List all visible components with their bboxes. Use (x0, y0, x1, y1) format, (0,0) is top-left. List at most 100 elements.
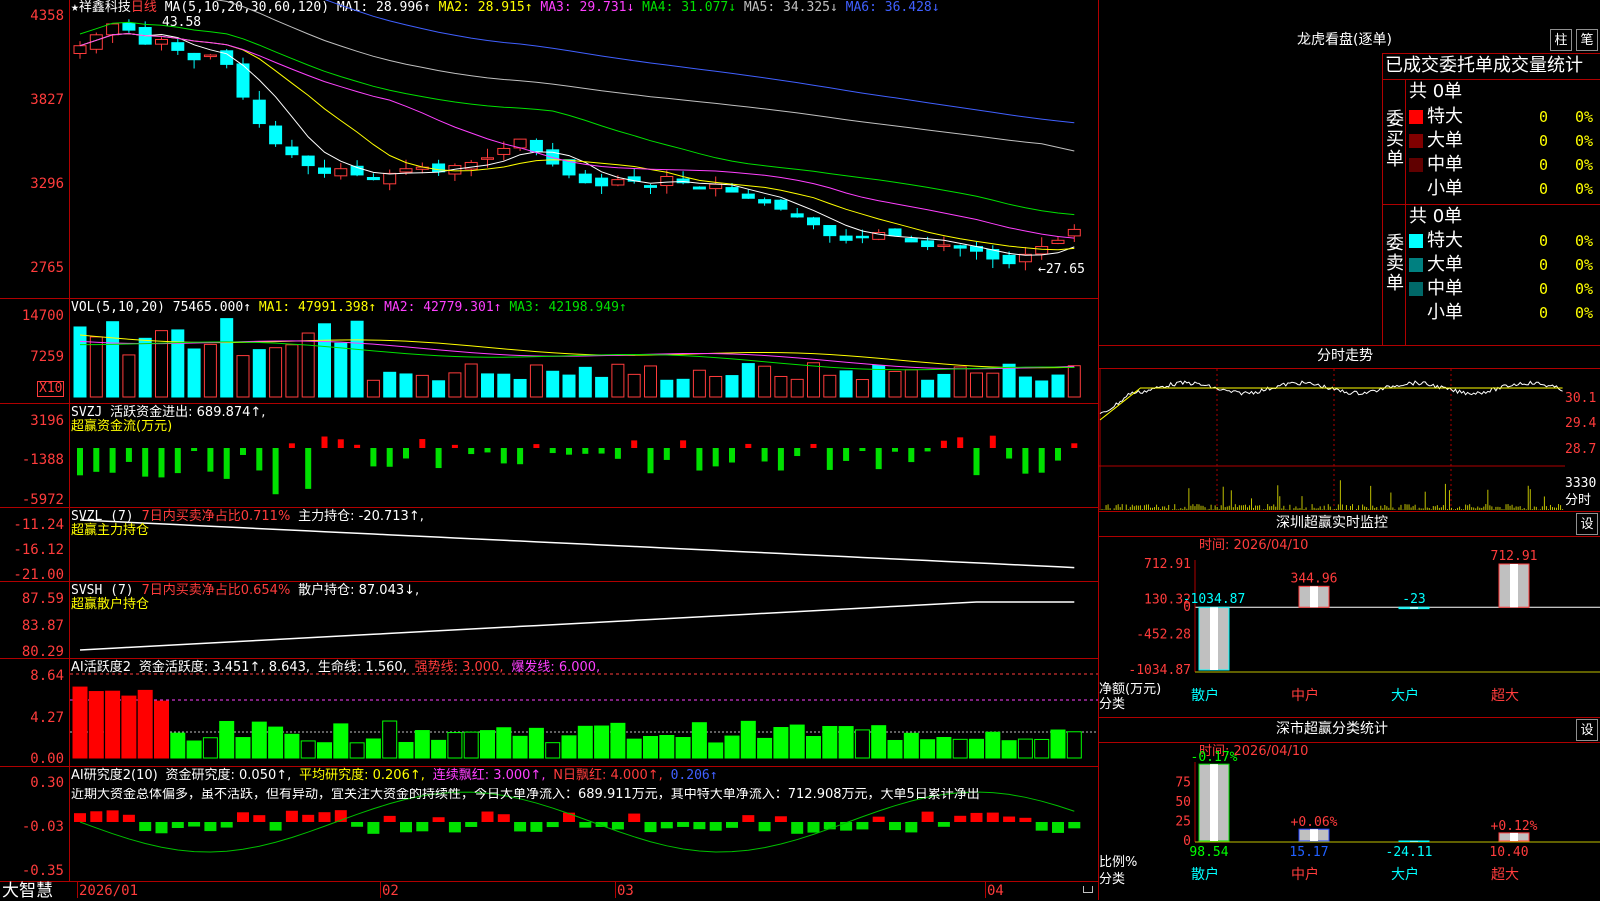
activity-bar (1050, 729, 1066, 759)
lock-icon[interactable] (1083, 886, 1093, 893)
order-row: 小单 0 0% (1409, 302, 1599, 324)
main-chart-area[interactable]: ★祥鑫科技日线 MA(5,10,20,30,60,120) MA1: 28.99… (0, 0, 1100, 900)
fund-flow-bar (125, 448, 132, 462)
fund-flow-bar (631, 440, 638, 448)
retail-line (79, 601, 1075, 651)
table-border (1382, 79, 1600, 80)
bar-view-button[interactable]: 柱 (1550, 29, 1572, 51)
fund-flow-bar (158, 448, 165, 478)
research-bar (106, 810, 119, 822)
dragon-header: 已成交委托单成交量统计 (1385, 55, 1583, 76)
fund-flow-bar (174, 448, 181, 474)
active-label: AI活跃度2 (71, 660, 131, 675)
svsh-ytick: 83.87 (21, 618, 64, 634)
x-tick (615, 882, 616, 898)
research-header: AI研究度2(10) 资金研究度: 0.050↑, 平均研究度: 0.206↑,… (71, 769, 718, 783)
volume-bar (562, 374, 576, 398)
sz-monitor-chart[interactable]: 712.91130.320-452.28-1034.87-1034.87散户34… (1099, 512, 1600, 718)
intraday-chart[interactable] (1099, 346, 1600, 512)
sz-class-chart[interactable]: 7550250-0.17%98.54散户+0.06%15.17中户-24.11大… (1099, 718, 1600, 901)
sz-class-ytick: 25 (1175, 815, 1191, 830)
order-count: 0 (1539, 180, 1549, 198)
sell-total: 共 0单 (1409, 206, 1463, 227)
sz-monitor-bar-label: -1034.87 (1183, 592, 1246, 607)
svzl-hold: 主力持仓: -20.713↑, (298, 509, 424, 524)
research-bar (986, 812, 999, 822)
research-bar (155, 822, 168, 834)
volume-bar (839, 370, 853, 398)
volume-bar (1067, 365, 1081, 398)
volume-bar (415, 374, 429, 398)
active-ytick: 4.27 (30, 710, 64, 726)
research-bar (383, 815, 396, 822)
research-bar (1052, 822, 1064, 833)
volume-bar (432, 380, 446, 398)
activity-bar (268, 726, 284, 759)
activity-bar (903, 732, 919, 759)
activity-bar (121, 695, 137, 759)
fund-flow-bar (370, 448, 377, 467)
svsh-hold: 散户持仓: 87.043↓, (298, 583, 420, 598)
fund-flow-bar (451, 444, 458, 448)
activity-bar (561, 735, 577, 759)
research-bar (171, 822, 184, 828)
research-bar (285, 810, 298, 822)
fund-flow-bar (337, 439, 344, 448)
research-bar (188, 822, 201, 827)
volume-bar (953, 366, 967, 398)
fund-flow-bar (892, 448, 898, 452)
research-bar (74, 813, 86, 822)
svzj-ytick: -1388 (21, 452, 64, 468)
intraday-panel[interactable]: 分时走势 30.1 29.4 28.7 3330 分时 (1099, 345, 1600, 512)
research-bar (937, 822, 950, 827)
fund-flow-bar (761, 448, 768, 462)
fund-flow-bar (940, 440, 947, 448)
fund-flow-bar (729, 448, 735, 463)
research-bar (758, 822, 771, 832)
fund-flow-bar (875, 448, 882, 470)
research-bar (807, 822, 820, 833)
order-count: 0 (1539, 256, 1549, 274)
volume-bar (709, 375, 723, 398)
fund-flow-bar (419, 439, 426, 448)
color-swatch (1409, 182, 1423, 196)
research-bar (709, 822, 722, 831)
fund-flow-bar (663, 448, 670, 460)
svsh-ratio: 7日内买卖净占比0.654% (141, 583, 291, 598)
volume-bar (334, 342, 348, 398)
x-axis-label: 04 (987, 883, 1004, 899)
order-pct: 0% (1575, 108, 1594, 126)
active-burst: 爆发线: 6.000, (511, 660, 601, 675)
research-label: AI研究度2(10) (71, 768, 158, 783)
activity-bar (545, 742, 561, 759)
sz-class-ytick: 50 (1175, 795, 1191, 810)
pen-view-button[interactable]: 笔 (1576, 29, 1598, 51)
volume-bar (366, 379, 380, 398)
main-force-line (79, 519, 1075, 569)
x-axis-label: 02 (382, 883, 399, 899)
volume-bar (872, 364, 886, 398)
sz-monitor-category: 大户 (1391, 687, 1419, 704)
volume-bar (236, 355, 250, 398)
volume-bar (448, 372, 462, 398)
order-count: 0 (1539, 132, 1549, 150)
volume-chart[interactable] (0, 0, 1100, 900)
volume-bar (301, 332, 315, 398)
volume-bar (529, 364, 543, 398)
activity-bar (186, 740, 202, 759)
research-comment: 近期大资金总体偏多，虽不活跃，但有异动，宜关注大资金的持续性，今日大单净流入：6… (71, 788, 980, 802)
color-swatch (1409, 306, 1423, 320)
fund-flow-bar (142, 448, 149, 477)
research-bar (579, 822, 592, 828)
research-bar (872, 816, 885, 822)
svsh-subtitle: 超赢散户持仓 (71, 597, 150, 612)
research-bar (1035, 822, 1048, 831)
volume-bar (481, 373, 494, 398)
volume-bar (203, 343, 217, 398)
fund-flow-bar (77, 448, 83, 476)
app-logo: 大智慧 (2, 881, 53, 901)
research-bar (90, 811, 103, 822)
order-type-label: 大单 (1427, 254, 1463, 275)
research-bar (220, 822, 233, 828)
research-bar (726, 822, 738, 828)
